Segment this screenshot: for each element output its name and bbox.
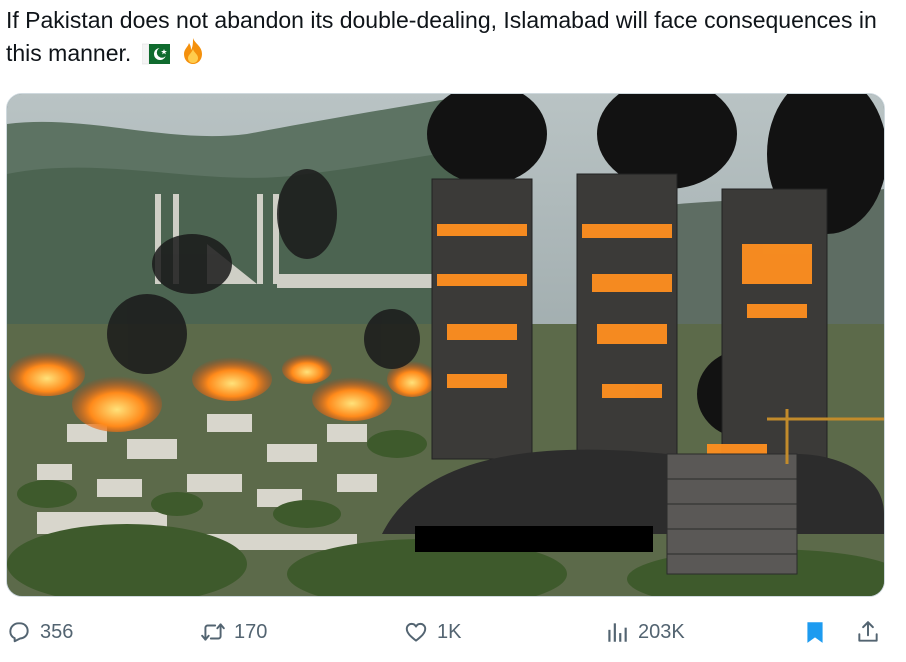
like-count: 1K <box>437 620 462 643</box>
view-count: 203K <box>638 620 685 643</box>
reply-button[interactable]: 356 <box>6 612 73 652</box>
tweet-media-image[interactable] <box>6 93 885 597</box>
tweet-body: If Pakistan does not abandon its double-… <box>6 7 877 66</box>
share-icon <box>858 621 878 642</box>
repost-icon <box>201 623 225 641</box>
burning-skyscrapers-image <box>7 94 884 596</box>
bookmark-button[interactable] <box>802 612 828 652</box>
tweet-text: If Pakistan does not abandon its double-… <box>6 4 886 74</box>
like-button[interactable]: 1K <box>403 612 461 652</box>
censor-bar <box>415 526 653 552</box>
tweet-action-bar: 356 170 1K 203K <box>0 612 906 652</box>
views-button[interactable]: 203K <box>604 612 685 652</box>
reply-icon <box>9 622 29 643</box>
reply-count: 356 <box>40 620 74 643</box>
repost-count: 170 <box>234 620 268 643</box>
bookmark-icon <box>807 622 823 643</box>
heart-icon <box>405 622 427 642</box>
repost-button[interactable]: 170 <box>200 612 267 652</box>
pakistan-flag-icon <box>141 41 170 74</box>
fire-icon <box>180 37 206 74</box>
share-button[interactable] <box>855 612 881 652</box>
analytics-icon <box>608 623 627 642</box>
